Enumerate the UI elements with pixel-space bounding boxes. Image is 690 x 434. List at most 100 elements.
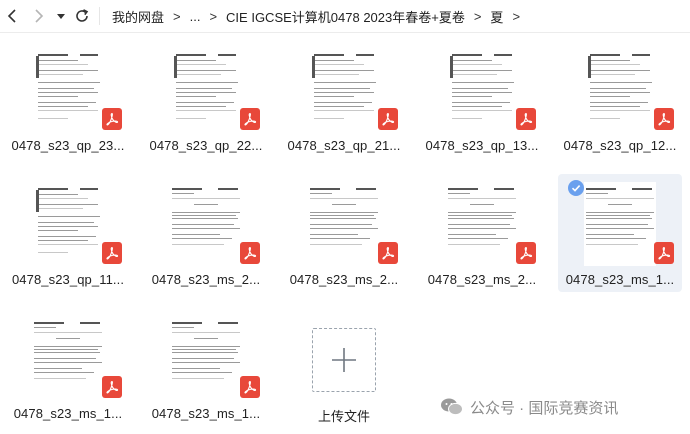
breadcrumb-current[interactable]: 夏 bbox=[490, 7, 503, 26]
thumbnail-text-line bbox=[172, 327, 194, 329]
thumbnail-text-line bbox=[590, 118, 620, 120]
thumbnail-text-line bbox=[586, 228, 654, 230]
thumbnail-text-line bbox=[452, 88, 508, 90]
selected-check-icon[interactable] bbox=[568, 180, 584, 196]
thumbnail-text-line bbox=[314, 110, 374, 112]
back-button[interactable] bbox=[0, 4, 24, 28]
file-tile[interactable]: 0478_s23_qp_11... bbox=[6, 174, 130, 292]
file-tile[interactable]: 0478_s23_ms_1... bbox=[6, 308, 130, 426]
thumbnail-text-line bbox=[80, 54, 98, 56]
thumbnail-text-line bbox=[34, 362, 102, 364]
thumbnail-text-line bbox=[218, 54, 236, 56]
thumbnail-text-line bbox=[38, 252, 68, 254]
thumbnail-text-line bbox=[172, 193, 194, 195]
thumbnail-barcode bbox=[450, 56, 453, 78]
thumbnail-text-line bbox=[448, 244, 500, 246]
file-tile[interactable]: 0478_s23_ms_2... bbox=[282, 174, 406, 292]
file-thumbnail bbox=[174, 48, 240, 132]
thumbnail-text-line bbox=[172, 238, 232, 240]
file-thumbnail bbox=[170, 182, 242, 266]
thumbnail-text-line bbox=[176, 74, 221, 76]
thumbnail-text-line bbox=[172, 372, 232, 374]
file-tile[interactable]: 0478_s23_qp_12... bbox=[558, 40, 682, 158]
thumbnail-text-line bbox=[172, 368, 220, 370]
thumbnail-text-line bbox=[452, 70, 512, 72]
thumbnail-text-line bbox=[310, 218, 376, 220]
thumbnail-text-line bbox=[448, 198, 516, 200]
file-tile[interactable]: 0478_s23_qp_13... bbox=[420, 40, 544, 158]
thumbnail-text-line bbox=[172, 218, 238, 220]
thumbnail-barcode bbox=[174, 56, 177, 78]
file-tile[interactable]: 0478_s23_ms_2... bbox=[144, 174, 268, 292]
breadcrumb-ellipsis[interactable]: ... bbox=[190, 9, 201, 24]
caret-down-icon bbox=[57, 14, 65, 19]
upload-button[interactable] bbox=[312, 328, 376, 392]
thumbnail-text-line bbox=[38, 198, 88, 200]
refresh-button[interactable] bbox=[70, 4, 94, 28]
thumbnail-text-line bbox=[176, 82, 238, 84]
thumbnail-text-line bbox=[632, 188, 652, 190]
thumbnail-text-line bbox=[172, 332, 240, 334]
file-thumbnail bbox=[170, 316, 242, 400]
thumbnail-text-line bbox=[38, 118, 68, 120]
file-tile[interactable]: 0478_s23_ms_2... bbox=[420, 174, 544, 292]
thumbnail-text-line bbox=[310, 212, 378, 214]
thumbnail-text-line bbox=[176, 64, 226, 66]
thumbnail-text-line bbox=[38, 236, 96, 238]
thumbnail-text-line bbox=[590, 60, 630, 62]
file-name: 0478_s23_ms_1... bbox=[13, 406, 123, 421]
file-tile[interactable]: 0478_s23_qp_22... bbox=[144, 40, 268, 158]
thumbnail-text-line bbox=[172, 212, 240, 214]
thumbnail-text-line bbox=[448, 218, 514, 220]
pdf-icon bbox=[240, 376, 260, 398]
thumbnail-text-line bbox=[176, 106, 226, 108]
thumbnail-text-line bbox=[310, 193, 332, 195]
thumbnail-text-line bbox=[586, 215, 650, 217]
file-thumbnail bbox=[450, 48, 516, 132]
thumbnail-text-line bbox=[314, 96, 354, 98]
thumbnail-barcode bbox=[312, 56, 315, 78]
thumbnail-text-line bbox=[176, 60, 216, 62]
pdf-icon bbox=[240, 242, 260, 264]
thumbnail-text-line bbox=[314, 74, 359, 76]
refresh-icon bbox=[76, 9, 89, 22]
thumbnail-text-line bbox=[34, 378, 86, 380]
thumbnail-text-line bbox=[172, 358, 234, 360]
file-thumbnail bbox=[588, 48, 654, 132]
thumbnail-text-line bbox=[452, 82, 514, 84]
thumbnail-text-line bbox=[314, 70, 374, 72]
thumbnail-text-line bbox=[452, 60, 492, 62]
thumbnail-text-line bbox=[590, 70, 650, 72]
thumbnail-text-line bbox=[356, 188, 376, 190]
navigation-bar: 我的网盘 > ... > CIE IGCSE计算机0478 2023年春卷+夏卷… bbox=[0, 0, 690, 33]
thumbnail-text-line bbox=[586, 244, 638, 246]
thumbnail-text-line bbox=[56, 338, 80, 340]
thumbnail-text-line bbox=[314, 118, 344, 120]
thumbnail-text-line bbox=[172, 198, 240, 200]
thumbnail-text-line bbox=[34, 358, 96, 360]
file-tile[interactable]: 0478_s23_ms_1... bbox=[558, 174, 682, 292]
plus-icon bbox=[332, 348, 356, 372]
forward-button[interactable] bbox=[27, 4, 51, 28]
file-name: 0478_s23_ms_1... bbox=[565, 272, 675, 287]
file-tile[interactable]: 0478_s23_qp_21... bbox=[282, 40, 406, 158]
file-name: 0478_s23_qp_21... bbox=[287, 138, 401, 153]
file-tile[interactable]: 0478_s23_ms_1... bbox=[144, 308, 268, 426]
thumbnail-text-line bbox=[314, 82, 376, 84]
thumbnail-text-line bbox=[310, 224, 372, 226]
breadcrumb-root[interactable]: 我的网盘 bbox=[112, 7, 164, 26]
breadcrumb: 我的网盘 > ... > CIE IGCSE计算机0478 2023年春卷+夏卷… bbox=[112, 0, 529, 32]
thumbnail-text-line bbox=[38, 110, 98, 112]
file-tile[interactable]: 0478_s23_qp_23... bbox=[6, 40, 130, 158]
thumbnail-text-line bbox=[172, 352, 238, 354]
thumbnail-text-line bbox=[590, 96, 630, 98]
file-thumbnail bbox=[308, 182, 380, 266]
thumbnail-text-line bbox=[590, 54, 620, 56]
thumbnail-text-line bbox=[80, 188, 98, 190]
thumbnail-text-line bbox=[590, 64, 640, 66]
thumbnail-text-line bbox=[586, 234, 634, 236]
thumbnail-text-line bbox=[176, 102, 234, 104]
breadcrumb-folder[interactable]: CIE IGCSE计算机0478 2023年春卷+夏卷 bbox=[226, 7, 465, 26]
pdf-icon bbox=[102, 108, 122, 130]
thumbnail-text-line bbox=[590, 92, 650, 94]
